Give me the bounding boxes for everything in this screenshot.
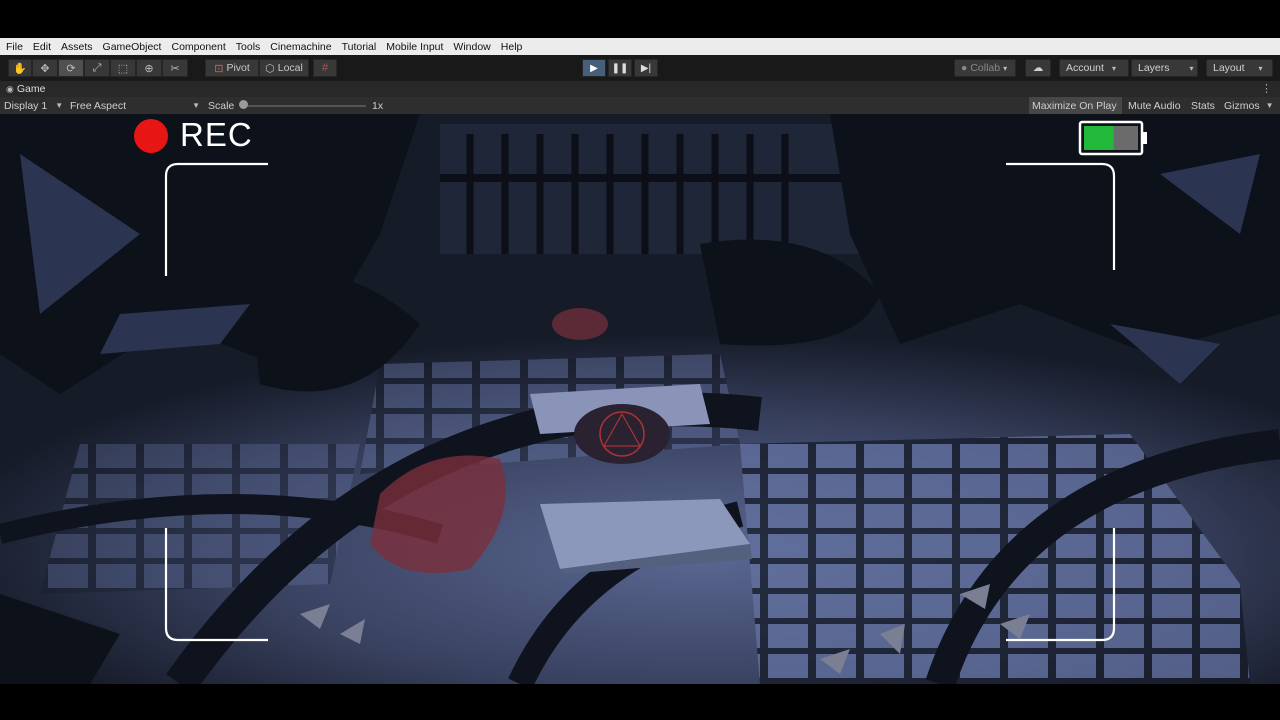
game-viewport[interactable]: REC — [0, 114, 1280, 684]
hand-icon: ✋ — [13, 62, 27, 75]
rotate-icon: ⟳ — [66, 62, 76, 75]
custom-tool-icon: ✂ — [170, 62, 180, 75]
rect-tool-button[interactable]: ⬚ — [110, 59, 136, 77]
record-dot-icon — [134, 119, 168, 153]
chevron-down-icon: ▼ — [55, 101, 64, 110]
game-tab-bar: ◉ Game ⋮ — [0, 81, 1280, 97]
menu-bar: File Edit Assets GameObject Component To… — [0, 38, 1280, 55]
menu-mobile-input[interactable]: Mobile Input — [380, 41, 447, 53]
transform-icon: ⊕ — [144, 62, 154, 75]
scale-icon: ⤢ — [92, 61, 102, 74]
scale-slider-thumb[interactable] — [239, 100, 248, 109]
scale-value: 1x — [372, 99, 384, 112]
menu-cinemachine[interactable]: Cinemachine — [264, 41, 335, 53]
menu-component[interactable]: Component — [165, 41, 229, 53]
chevron-down-icon: ▾ — [1189, 63, 1194, 73]
tab-game[interactable]: ◉ Game — [0, 83, 45, 95]
scale-label: Scale — [208, 99, 235, 112]
cube-icon: ⬡ — [265, 62, 275, 75]
game-view-toolbar: Display 1 ▼ Free Aspect ▼ Scale 1x Maxim… — [0, 97, 1280, 114]
transform-tools: ✋ ✥ ⟳ ⤢ ⬚ ⊕ ✂ — [8, 59, 188, 77]
chevron-down-icon: ▾ — [1111, 63, 1116, 73]
kebab-menu-icon[interactable]: ⋮ — [1261, 82, 1272, 95]
account-label: Account — [1066, 62, 1104, 74]
menu-tutorial[interactable]: Tutorial — [336, 41, 381, 53]
letterbox-bottom — [0, 684, 1280, 720]
camera-frame-corners — [164, 162, 1116, 642]
menu-assets[interactable]: Assets — [55, 41, 97, 53]
display-dropdown[interactable]: Display 1 ▼ — [4, 97, 66, 114]
step-icon: ▶| — [640, 62, 652, 74]
hand-tool-button[interactable]: ✋ — [8, 59, 32, 77]
mute-audio-toggle[interactable]: Mute Audio — [1125, 97, 1184, 114]
gizmos-label: Gizmos — [1224, 99, 1260, 112]
play-icon: ▶ — [590, 62, 598, 74]
main-toolbar: ✋ ✥ ⟳ ⤢ ⬚ ⊕ ✂ ⊡ Pivot ⬡ Local # ▶ ❚❚ ▶| — [0, 55, 1280, 82]
pivot-toggle[interactable]: ⊡ Pivot — [205, 59, 259, 77]
pause-button[interactable]: ❚❚ — [608, 59, 632, 77]
rec-label: REC — [180, 116, 253, 153]
rect-icon: ⬚ — [117, 62, 129, 75]
menu-edit[interactable]: Edit — [27, 41, 55, 53]
play-button[interactable]: ▶ — [582, 59, 606, 77]
step-button[interactable]: ▶| — [634, 59, 658, 77]
menu-gameobject[interactable]: GameObject — [97, 41, 166, 53]
layout-label: Layout — [1213, 62, 1245, 74]
scale-slider-track[interactable] — [242, 105, 366, 107]
transform-tool-button[interactable]: ⊕ — [136, 59, 162, 77]
display-label: Display 1 — [4, 99, 48, 112]
chevron-down-icon: ▼ — [192, 101, 200, 110]
battery-icon — [1078, 120, 1147, 156]
aspect-label: Free Aspect — [70, 99, 127, 112]
move-icon: ✥ — [40, 62, 50, 75]
local-toggle[interactable]: ⬡ Local — [259, 59, 309, 77]
local-label: Local — [277, 62, 303, 74]
pause-icon: ❚❚ — [611, 62, 629, 74]
layers-label: Layers — [1138, 62, 1170, 74]
menu-window[interactable]: Window — [447, 41, 494, 53]
collab-dropdown[interactable]: ● Collab ▾ — [954, 59, 1016, 77]
custom-tool-button[interactable]: ✂ — [162, 59, 188, 77]
menu-tools[interactable]: Tools — [230, 41, 265, 53]
collab-icon: ● — [961, 62, 968, 74]
grid-snap-button[interactable]: # — [313, 59, 337, 77]
chevron-down-icon: ▼ — [1265, 101, 1274, 110]
gizmos-dropdown[interactable]: Gizmos ▼ — [1221, 97, 1277, 114]
chevron-down-icon: ▾ — [1258, 63, 1263, 73]
pivot-label: Pivot — [226, 62, 250, 74]
pivot-icon: ⊡ — [214, 62, 224, 75]
move-tool-button[interactable]: ✥ — [32, 59, 58, 77]
letterbox-top — [0, 0, 1280, 38]
rotate-tool-button[interactable]: ⟳ — [58, 59, 84, 77]
aspect-dropdown[interactable]: Free Aspect ▼ — [70, 97, 200, 114]
scale-tool-button[interactable]: ⤢ — [84, 59, 110, 77]
battery-level-fill — [1084, 126, 1114, 150]
cloud-button[interactable]: ☁ — [1025, 59, 1051, 77]
cloud-icon: ☁ — [1032, 62, 1044, 74]
gamepad-icon: ◉ — [6, 83, 14, 94]
account-dropdown[interactable]: Account ▾ — [1059, 59, 1129, 77]
handle-tools: ⊡ Pivot ⬡ Local # — [205, 59, 337, 77]
collab-label: Collab — [970, 62, 1001, 74]
grid-icon: # — [321, 62, 329, 74]
tab-game-label: Game — [16, 83, 46, 95]
stats-toggle[interactable]: Stats — [1188, 97, 1218, 114]
menu-help[interactable]: Help — [495, 41, 527, 53]
menu-file[interactable]: File — [0, 41, 27, 53]
chevron-down-icon: ▾ — [1003, 63, 1008, 73]
maximize-on-play-toggle[interactable]: Maximize On Play — [1029, 97, 1122, 114]
layout-dropdown[interactable]: Layout ▾ — [1206, 59, 1273, 77]
layers-dropdown[interactable]: Layers ▾ — [1131, 59, 1198, 77]
